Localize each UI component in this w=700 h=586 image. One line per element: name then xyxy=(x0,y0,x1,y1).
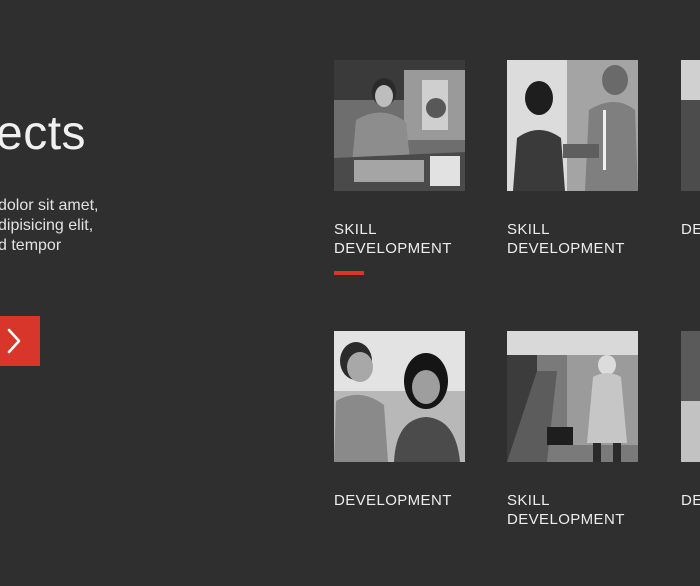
photo-two-men-talking xyxy=(507,60,638,191)
project-card[interactable]: DE xyxy=(681,60,700,239)
project-card[interactable]: DE xyxy=(681,331,700,510)
label-line: DEVELOPMENT xyxy=(334,492,452,509)
label-line: SKILL xyxy=(334,221,377,238)
photo-street-walker xyxy=(507,331,638,462)
project-thumbnail[interactable] xyxy=(334,60,465,191)
photo-cropped xyxy=(681,60,700,191)
description-line: dolor sit amet, xyxy=(0,197,99,214)
project-thumbnail[interactable] xyxy=(681,60,700,191)
active-indicator xyxy=(334,271,364,275)
label-line: DEVELOPMENT xyxy=(334,240,452,257)
project-label[interactable]: SKILL DEVELOPMENT xyxy=(507,491,638,529)
project-label[interactable]: DEVELOPMENT xyxy=(334,491,465,510)
label-line: DE xyxy=(681,492,700,509)
chevron-right-icon xyxy=(7,328,21,354)
project-card[interactable]: SKILL DEVELOPMENT xyxy=(507,60,638,258)
project-card[interactable]: SKILL DEVELOPMENT xyxy=(334,60,465,275)
project-label[interactable]: SKILL DEVELOPMENT xyxy=(334,220,465,258)
label-line: DE xyxy=(681,221,700,238)
next-button[interactable] xyxy=(0,316,40,366)
project-card[interactable]: DEVELOPMENT xyxy=(334,331,465,510)
section-title: ects xyxy=(0,107,87,160)
photo-cropped xyxy=(681,331,700,462)
project-thumbnail[interactable] xyxy=(507,331,638,462)
photo-man-with-equipment xyxy=(334,60,465,191)
project-label[interactable]: DE xyxy=(681,220,700,239)
project-thumbnail[interactable] xyxy=(334,331,465,462)
project-label[interactable]: SKILL DEVELOPMENT xyxy=(507,220,638,258)
section-description: dolor sit amet, dipisicing elit, d tempo… xyxy=(0,196,138,256)
label-line: DEVELOPMENT xyxy=(507,240,625,257)
label-line: DEVELOPMENT xyxy=(507,511,625,528)
description-line: d tempor xyxy=(0,237,62,254)
description-line: dipisicing elit, xyxy=(0,217,94,234)
project-label[interactable]: DE xyxy=(681,491,700,510)
photo-couple-smiling xyxy=(334,331,465,462)
label-line: SKILL xyxy=(507,221,550,238)
projects-page: ects dolor sit amet, dipisicing elit, d … xyxy=(0,0,700,586)
project-thumbnail[interactable] xyxy=(507,60,638,191)
label-line: SKILL xyxy=(507,492,550,509)
project-card[interactable]: SKILL DEVELOPMENT xyxy=(507,331,638,529)
project-thumbnail[interactable] xyxy=(681,331,700,462)
